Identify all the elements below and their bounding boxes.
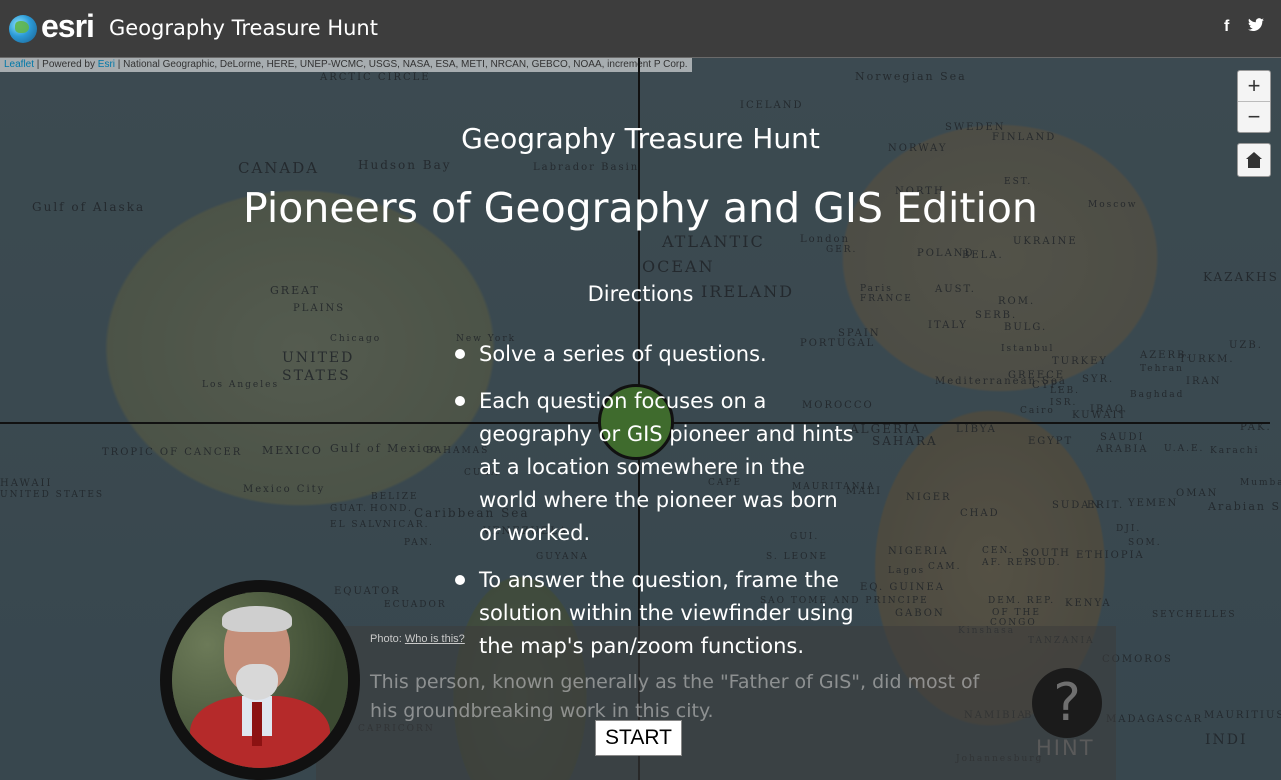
photo-credit: Photo: Who is this? bbox=[370, 633, 465, 645]
start-button[interactable]: START bbox=[595, 720, 682, 756]
esri-link[interactable]: Esri bbox=[98, 59, 115, 70]
map-attribution: Leaflet | Powered by Esri | National Geo… bbox=[0, 58, 692, 72]
leaflet-link[interactable]: Leaflet bbox=[4, 59, 34, 70]
directions-list: Solve a series of questions. Each questi… bbox=[454, 338, 854, 677]
direction-item: To answer the question, frame the soluti… bbox=[454, 564, 854, 663]
facebook-icon[interactable]: f bbox=[1224, 18, 1229, 36]
esri-logo-text[interactable]: esri bbox=[41, 8, 95, 45]
photo-label: Photo: bbox=[370, 633, 402, 645]
hint-button[interactable]: ? bbox=[1032, 668, 1102, 738]
map-sources-text: | National Geographic, DeLorme, HERE, UN… bbox=[115, 59, 688, 70]
pioneer-portrait bbox=[160, 580, 360, 780]
esri-globe-icon bbox=[9, 15, 37, 43]
intro-subtitle: Geography Treasure Hunt bbox=[461, 122, 820, 155]
direction-item: Solve a series of questions. bbox=[454, 338, 854, 371]
intro-title: Pioneers of Geography and GIS Edition bbox=[243, 184, 1038, 232]
app-header: esri Geography Treasure Hunt f bbox=[0, 0, 1281, 58]
twitter-icon[interactable] bbox=[1248, 18, 1264, 37]
zoom-in-button[interactable]: + bbox=[1238, 71, 1270, 101]
direction-item: Each question focuses on a geography or … bbox=[454, 385, 854, 550]
powered-by-text: | Powered by bbox=[34, 59, 98, 70]
directions-heading: Directions bbox=[587, 282, 694, 306]
hint-label[interactable]: HINT bbox=[1036, 736, 1095, 760]
app-title: Geography Treasure Hunt bbox=[109, 16, 378, 40]
